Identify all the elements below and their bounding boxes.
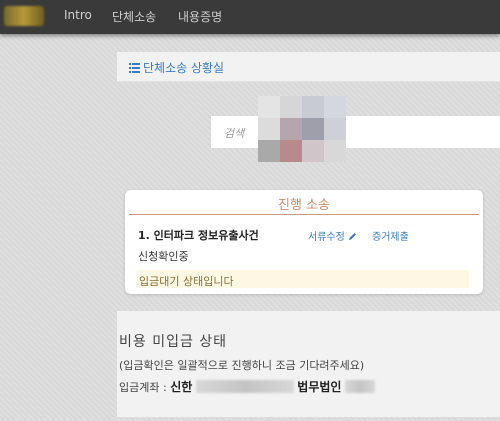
mosaic-cell xyxy=(258,96,280,118)
payment-pending-text: 입금대기 상태입니다 xyxy=(139,275,234,288)
case-card-title: 진행 소송 xyxy=(278,198,330,213)
edit-documents-link[interactable]: 서류수정 xyxy=(308,228,357,243)
case-status: 신청확인중 xyxy=(138,250,189,263)
account-holder: 법무법인 xyxy=(297,380,342,394)
search-label: 검색 xyxy=(224,127,245,140)
mosaic-cell xyxy=(280,140,302,162)
case-name[interactable]: 1. 인터파크 정보유출사건 xyxy=(138,227,259,243)
account-info: 입금계좌 : 신한 법무법인 xyxy=(119,378,375,395)
pixelated-image xyxy=(258,96,346,162)
redacted-holder-name xyxy=(344,380,375,393)
brand-logo[interactable] xyxy=(4,6,44,26)
mosaic-cell xyxy=(324,96,346,118)
situation-room-link[interactable]: 단체소송 상황실 xyxy=(129,59,224,76)
redacted-account-number xyxy=(195,380,294,393)
case-card: 진행 소송 1. 인터파크 정보유출사건 서류수정 증거제출 신청확인중 입금대… xyxy=(125,190,483,294)
list-icon xyxy=(129,63,140,73)
search-area[interactable]: 검색 xyxy=(211,116,500,148)
mosaic-cell xyxy=(302,140,324,162)
mosaic-cell xyxy=(302,118,324,140)
mosaic-cell xyxy=(258,118,280,140)
bank-name: 신한 xyxy=(170,380,193,394)
mosaic-cell xyxy=(258,140,280,162)
mosaic-cell xyxy=(324,140,346,162)
mosaic-cell xyxy=(280,118,302,140)
situation-room-label: 단체소송 상황실 xyxy=(143,61,225,75)
pencil-icon xyxy=(349,233,356,240)
nav-item-intro[interactable]: Intro xyxy=(64,8,92,22)
fee-panel: 비용 미입금 상태 (입금확인은 일괄적으로 진행하니 조금 기다려주세요) 입… xyxy=(117,311,500,417)
account-label: 입금계좌 : xyxy=(119,381,167,394)
payment-pending-alert: 입금대기 상태입니다 xyxy=(137,270,469,288)
mosaic-cell xyxy=(302,96,324,118)
fee-status-title: 비용 미입금 상태 xyxy=(119,334,228,350)
nav-item-certified-letter[interactable]: 내용증명 xyxy=(178,8,222,25)
nav-item-class-action[interactable]: 단체소송 xyxy=(112,8,156,25)
card-divider xyxy=(129,214,479,215)
mosaic-cell xyxy=(324,118,346,140)
mosaic-cell xyxy=(280,96,302,118)
panel-header: 단체소송 상황실 xyxy=(117,52,500,82)
submit-evidence-link[interactable]: 증거제출 xyxy=(372,228,409,243)
fee-notice: (입금확인은 일괄적으로 진행하니 조금 기다려주세요) xyxy=(119,359,365,372)
edit-documents-label: 서류수정 xyxy=(308,232,345,243)
top-navbar: Intro 단체소송 내용증명 xyxy=(0,0,500,34)
